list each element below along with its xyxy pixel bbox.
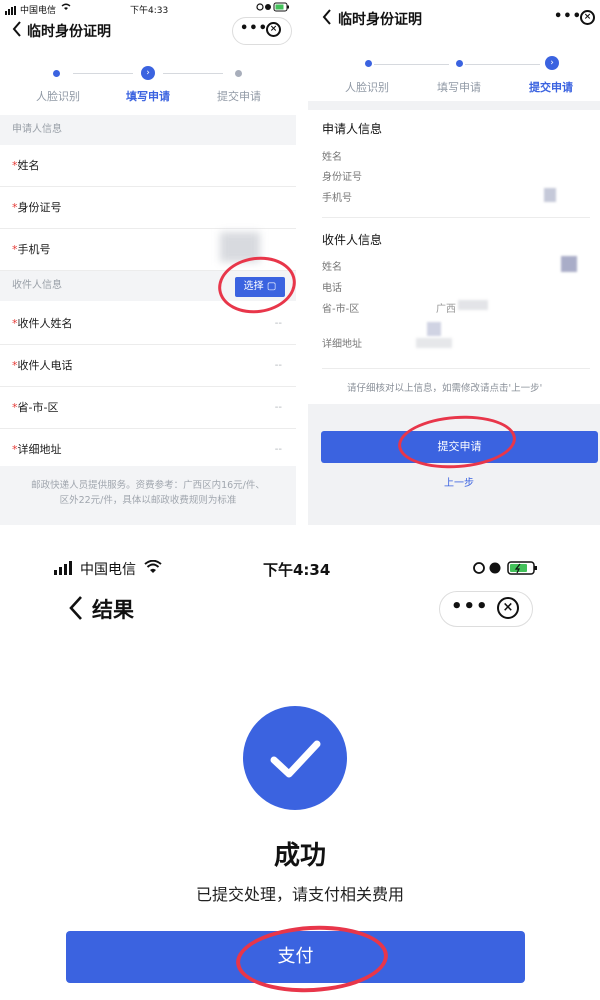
close-icon[interactable]: × bbox=[266, 22, 281, 37]
blurred-name-value bbox=[561, 256, 577, 272]
blurred-region-rest bbox=[458, 300, 488, 310]
success-icon bbox=[243, 706, 347, 810]
applicant-title: 申请人信息 bbox=[322, 122, 383, 136]
previous-step-link[interactable]: 上一步 bbox=[444, 474, 474, 489]
page-title: 临时身份证明 bbox=[338, 12, 422, 28]
status-time: 下午4:33 bbox=[130, 6, 169, 16]
recipient-region-label: 省-市-区 bbox=[322, 304, 360, 315]
back-icon[interactable] bbox=[322, 8, 332, 30]
blurred-address-value bbox=[427, 322, 441, 336]
close-icon[interactable]: × bbox=[497, 597, 519, 619]
battery-icon bbox=[256, 2, 290, 15]
step-dot-face bbox=[365, 60, 372, 67]
recipient-phone-label: 电话 bbox=[322, 283, 342, 294]
recipient-title: 收件人信息 bbox=[322, 233, 383, 247]
applicant-name-label: 姓名 bbox=[322, 152, 342, 163]
recipient-phone-field[interactable]: *收件人电话 -- bbox=[0, 345, 296, 387]
applicant-phone-label: 手机号 bbox=[322, 193, 352, 204]
more-icon[interactable]: ••• bbox=[240, 21, 268, 36]
step-dot-fill bbox=[456, 60, 463, 67]
status-time: 下午4:34 bbox=[263, 561, 331, 579]
result-title: 成功 bbox=[273, 841, 326, 871]
wifi-icon bbox=[144, 559, 162, 578]
step-label-submit: 提交申请 bbox=[529, 81, 573, 94]
step-label-fill: 填写申请 bbox=[126, 90, 170, 103]
region-value: 广西 bbox=[436, 304, 456, 315]
more-icon[interactable]: ••• bbox=[451, 596, 489, 617]
signal-icon bbox=[54, 560, 74, 579]
more-icon[interactable]: ••• bbox=[554, 9, 582, 24]
battery-icon bbox=[472, 560, 540, 580]
fee-footnote: 邮政快递人员提供服务。资费参考：广西区内16元/件、 区外22元/件，具体以邮政… bbox=[0, 466, 296, 525]
signal-icon bbox=[5, 5, 17, 15]
wifi-icon bbox=[60, 1, 72, 14]
recipient-name-label: 姓名 bbox=[322, 262, 342, 273]
step-dot-submit bbox=[235, 70, 242, 77]
blurred-phone-value bbox=[544, 188, 556, 202]
back-icon[interactable] bbox=[68, 594, 84, 626]
step-current-icon: › bbox=[545, 56, 559, 70]
carrier-label: 中国电信 bbox=[80, 562, 136, 578]
close-icon[interactable]: × bbox=[580, 10, 595, 25]
id-number-field[interactable]: *身份证号 bbox=[0, 187, 296, 229]
step-label-fill: 填写申请 bbox=[437, 81, 481, 94]
name-field[interactable]: *姓名 bbox=[0, 145, 296, 187]
step-label-submit: 提交申请 bbox=[217, 90, 261, 103]
review-hint: 请仔细核对以上信息，如需修改请点击'上一步' bbox=[347, 383, 543, 394]
region-field[interactable]: *省-市-区 -- bbox=[0, 387, 296, 429]
address-field[interactable]: *详细地址 -- bbox=[0, 429, 296, 471]
result-subtitle: 已提交处理，请支付相关费用 bbox=[195, 885, 404, 904]
page-title: 临时身份证明 bbox=[27, 24, 111, 40]
back-icon[interactable] bbox=[12, 20, 22, 42]
step-current-icon: › bbox=[141, 66, 155, 80]
carrier-label: 中国电信 bbox=[20, 6, 57, 16]
page-title: 结果 bbox=[92, 598, 134, 622]
screen-fill-application: 中国电信 下午4:33 临时身份证明 ••• × › 人脸识别 填写申请 提交申… bbox=[0, 0, 296, 525]
step-label-face: 人脸识别 bbox=[36, 90, 80, 103]
recipient-address-label: 详细地址 bbox=[322, 339, 362, 350]
step-dot-face bbox=[53, 70, 60, 77]
applicant-id-label: 身份证号 bbox=[322, 172, 362, 183]
screen-submit-application: 临时身份证明 ••• × › 人脸识别 填写申请 提交申请 申请人信息 姓名 身… bbox=[308, 0, 600, 525]
step-label-face: 人脸识别 bbox=[345, 81, 389, 94]
applicant-section-header: 申请人信息 bbox=[0, 115, 296, 145]
